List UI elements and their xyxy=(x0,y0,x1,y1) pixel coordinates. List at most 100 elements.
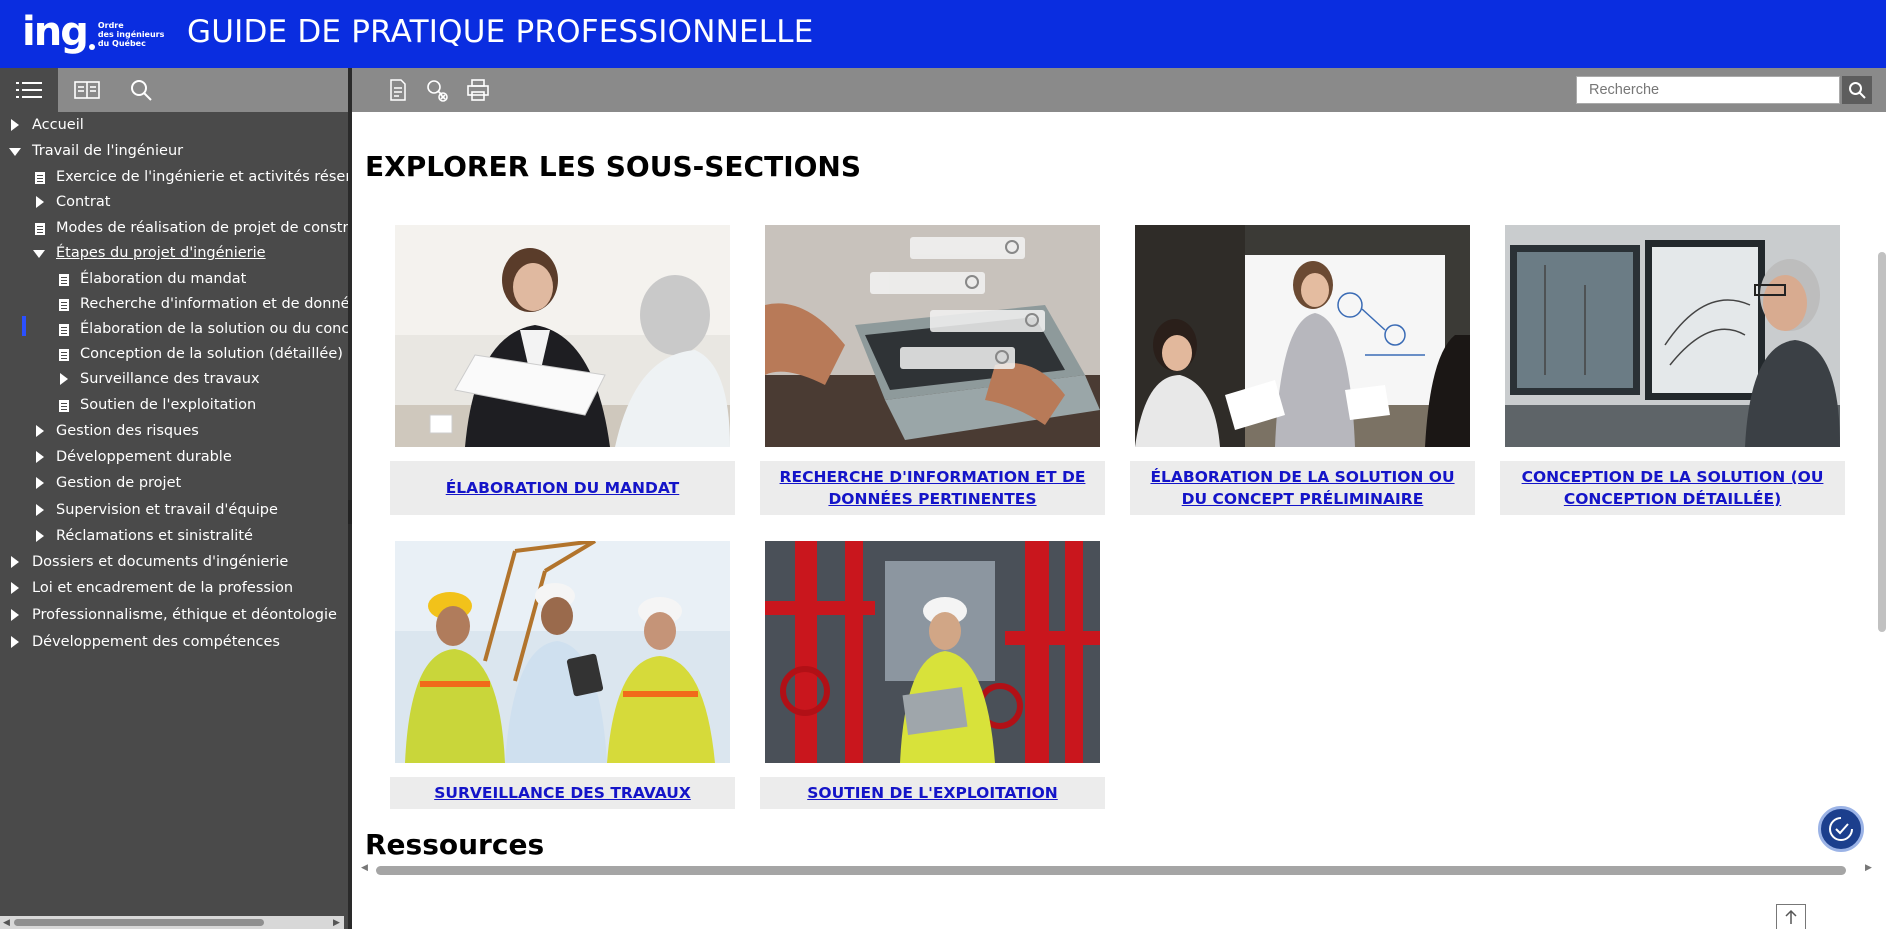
card-caption[interactable]: CONCEPTION DE LA SOLUTION (OU CONCEPTION… xyxy=(1500,461,1845,515)
scrollbar-thumb[interactable] xyxy=(1878,252,1886,632)
expand-icon[interactable] xyxy=(11,556,19,568)
section-title: EXPLORER LES SOUS-SECTIONS xyxy=(365,150,862,183)
construction-site-photo[interactable] xyxy=(395,541,730,763)
search-icon xyxy=(1849,82,1866,99)
card-caption[interactable]: SOUTIEN DE L'EXPLOITATION xyxy=(760,777,1105,809)
document-icon xyxy=(59,299,69,311)
tree-item[interactable]: Développement durable xyxy=(0,445,348,470)
scrollbar-thumb[interactable] xyxy=(14,919,264,926)
expand-icon[interactable] xyxy=(11,119,19,131)
document-icon xyxy=(59,274,69,286)
card-link[interactable]: CONCEPTION DE LA SOLUTION (OU CONCEPTION… xyxy=(1510,466,1835,510)
document-icon xyxy=(59,324,69,336)
collapse-icon[interactable] xyxy=(33,250,45,258)
tree-item[interactable]: Supervision et travail d'équipe xyxy=(0,498,348,523)
accessibility-icon xyxy=(1829,817,1853,841)
accessibility-button[interactable] xyxy=(1818,806,1864,852)
mechanical-room-photo[interactable] xyxy=(765,541,1100,763)
document-icon xyxy=(35,223,45,235)
card-caption[interactable]: RECHERCHE D'INFORMATION ET DE DONNÉES PE… xyxy=(760,461,1105,515)
book-icon xyxy=(74,81,100,99)
logo-subtext: Ordre des ingénieurs du Québec xyxy=(97,21,165,48)
tree-item[interactable]: Réclamations et sinistralité xyxy=(0,524,348,549)
collapse-icon[interactable] xyxy=(9,148,21,156)
document-icon xyxy=(35,172,45,184)
expand-icon[interactable] xyxy=(11,609,19,621)
tab-toc[interactable] xyxy=(0,68,58,112)
laptop-search-photo[interactable] xyxy=(765,225,1100,447)
logo-dot xyxy=(88,44,95,50)
print-icon xyxy=(467,79,489,101)
oiq-logo[interactable]: ing Ordre des ingénieurs du Québec xyxy=(22,10,164,54)
document-icon xyxy=(59,349,69,361)
card-link[interactable]: ÉLABORATION DU MANDAT xyxy=(446,477,680,499)
tab-index[interactable] xyxy=(58,68,116,112)
tree-item[interactable]: Surveillance des travaux xyxy=(0,367,348,392)
print-button[interactable] xyxy=(466,78,490,102)
expand-icon[interactable] xyxy=(36,477,44,489)
tree-item[interactable]: Dossiers et documents d'ingénierie xyxy=(0,550,348,575)
tree-item[interactable]: Élaboration de la solution ou du concept… xyxy=(0,317,348,342)
sidebar: Accueil Travail de l'ingénieur Exercice … xyxy=(0,68,348,929)
logo-main-text: ing xyxy=(22,9,89,55)
tree-item[interactable]: Conception de la solution (détaillée) xyxy=(0,342,348,367)
card-link[interactable]: SOUTIEN DE L'EXPLOITATION xyxy=(807,782,1058,804)
tab-search[interactable] xyxy=(112,68,170,112)
scrollbar-thumb[interactable] xyxy=(376,866,1846,875)
main-content: EXPLORER LES SOUS-SECTIONS ÉLABORATION D… xyxy=(352,112,1886,929)
expand-icon[interactable] xyxy=(36,196,44,208)
card-link[interactable]: SURVEILLANCE DES TRAVAUX xyxy=(434,782,691,804)
design-screens-photo[interactable] xyxy=(1505,225,1840,447)
expand-icon[interactable] xyxy=(11,636,19,648)
card-caption[interactable]: ÉLABORATION DU MANDAT xyxy=(390,461,735,515)
expand-icon[interactable] xyxy=(36,504,44,516)
pdf-export-button[interactable] xyxy=(386,78,410,102)
tree-item[interactable]: Développement des compétences xyxy=(0,630,348,655)
tree-item-current[interactable]: Étapes du projet d'ingénierie xyxy=(0,241,348,266)
card-link[interactable]: RECHERCHE D'INFORMATION ET DE DONNÉES PE… xyxy=(770,466,1095,510)
card-link[interactable]: ÉLABORATION DE LA SOLUTION OU DU CONCEPT… xyxy=(1140,466,1465,510)
site-title: GUIDE DE PRATIQUE PROFESSIONNELLE xyxy=(187,14,814,50)
tree-item[interactable]: Gestion des risques xyxy=(0,419,348,444)
tree-item[interactable]: Recherche d'information et de données pe… xyxy=(0,292,348,317)
search-input[interactable]: Recherche xyxy=(1576,76,1840,104)
expand-icon[interactable] xyxy=(36,425,44,437)
document-icon xyxy=(59,400,69,412)
scroll-left-icon[interactable]: ◀ xyxy=(3,918,10,928)
tree-item[interactable]: Loi et encadrement de la profession xyxy=(0,576,348,601)
content-horizontal-scrollbar[interactable]: ◀ ▶ xyxy=(358,862,1878,876)
scroll-left-icon[interactable]: ◀ xyxy=(361,863,368,873)
tree-item[interactable]: Professionnalisme, éthique et déontologi… xyxy=(0,603,348,628)
toc-list-icon xyxy=(16,82,42,98)
tree-item[interactable]: Élaboration du mandat xyxy=(0,267,348,292)
search-button[interactable] xyxy=(1842,76,1872,104)
card-caption[interactable]: ÉLABORATION DE LA SOLUTION OU DU CONCEPT… xyxy=(1130,461,1475,515)
tree-item[interactable]: Exercice de l'ingénierie et activités ré… xyxy=(0,165,348,190)
scroll-right-icon[interactable]: ▶ xyxy=(333,918,340,928)
sidebar-horizontal-scrollbar[interactable]: ◀ ▶ xyxy=(0,916,344,929)
tree-item[interactable]: Accueil xyxy=(0,113,348,138)
pdf-export-icon xyxy=(390,79,406,101)
back-to-top-button[interactable] xyxy=(1776,904,1806,929)
clear-highlight-icon xyxy=(427,80,448,102)
card-caption[interactable]: SURVEILLANCE DES TRAVAUX xyxy=(390,777,735,809)
arrow-up-icon xyxy=(1785,909,1797,924)
tree-item[interactable]: Travail de l'ingénieur xyxy=(0,139,348,164)
search-icon xyxy=(131,80,152,101)
tree-item[interactable]: Gestion de projet xyxy=(0,471,348,496)
expand-icon[interactable] xyxy=(36,530,44,542)
expand-icon[interactable] xyxy=(36,451,44,463)
clear-highlight-button[interactable] xyxy=(425,78,449,102)
resources-heading: Ressources xyxy=(365,828,545,861)
meeting-photo[interactable] xyxy=(395,225,730,447)
expand-icon[interactable] xyxy=(60,373,68,385)
app-header: ing Ordre des ingénieurs du Québec GUIDE… xyxy=(0,0,1886,68)
tree-item[interactable]: Soutien de l'exploitation xyxy=(0,393,348,418)
whiteboard-presentation-photo[interactable] xyxy=(1135,225,1470,447)
tree-item[interactable]: Contrat xyxy=(0,190,348,215)
tree-item[interactable]: Modes de réalisation de projet de constr… xyxy=(0,216,348,241)
content-vertical-scrollbar[interactable] xyxy=(1876,112,1886,856)
sidebar-toolbar xyxy=(0,68,348,112)
scroll-right-icon[interactable]: ▶ xyxy=(1865,863,1872,873)
expand-icon[interactable] xyxy=(11,582,19,594)
